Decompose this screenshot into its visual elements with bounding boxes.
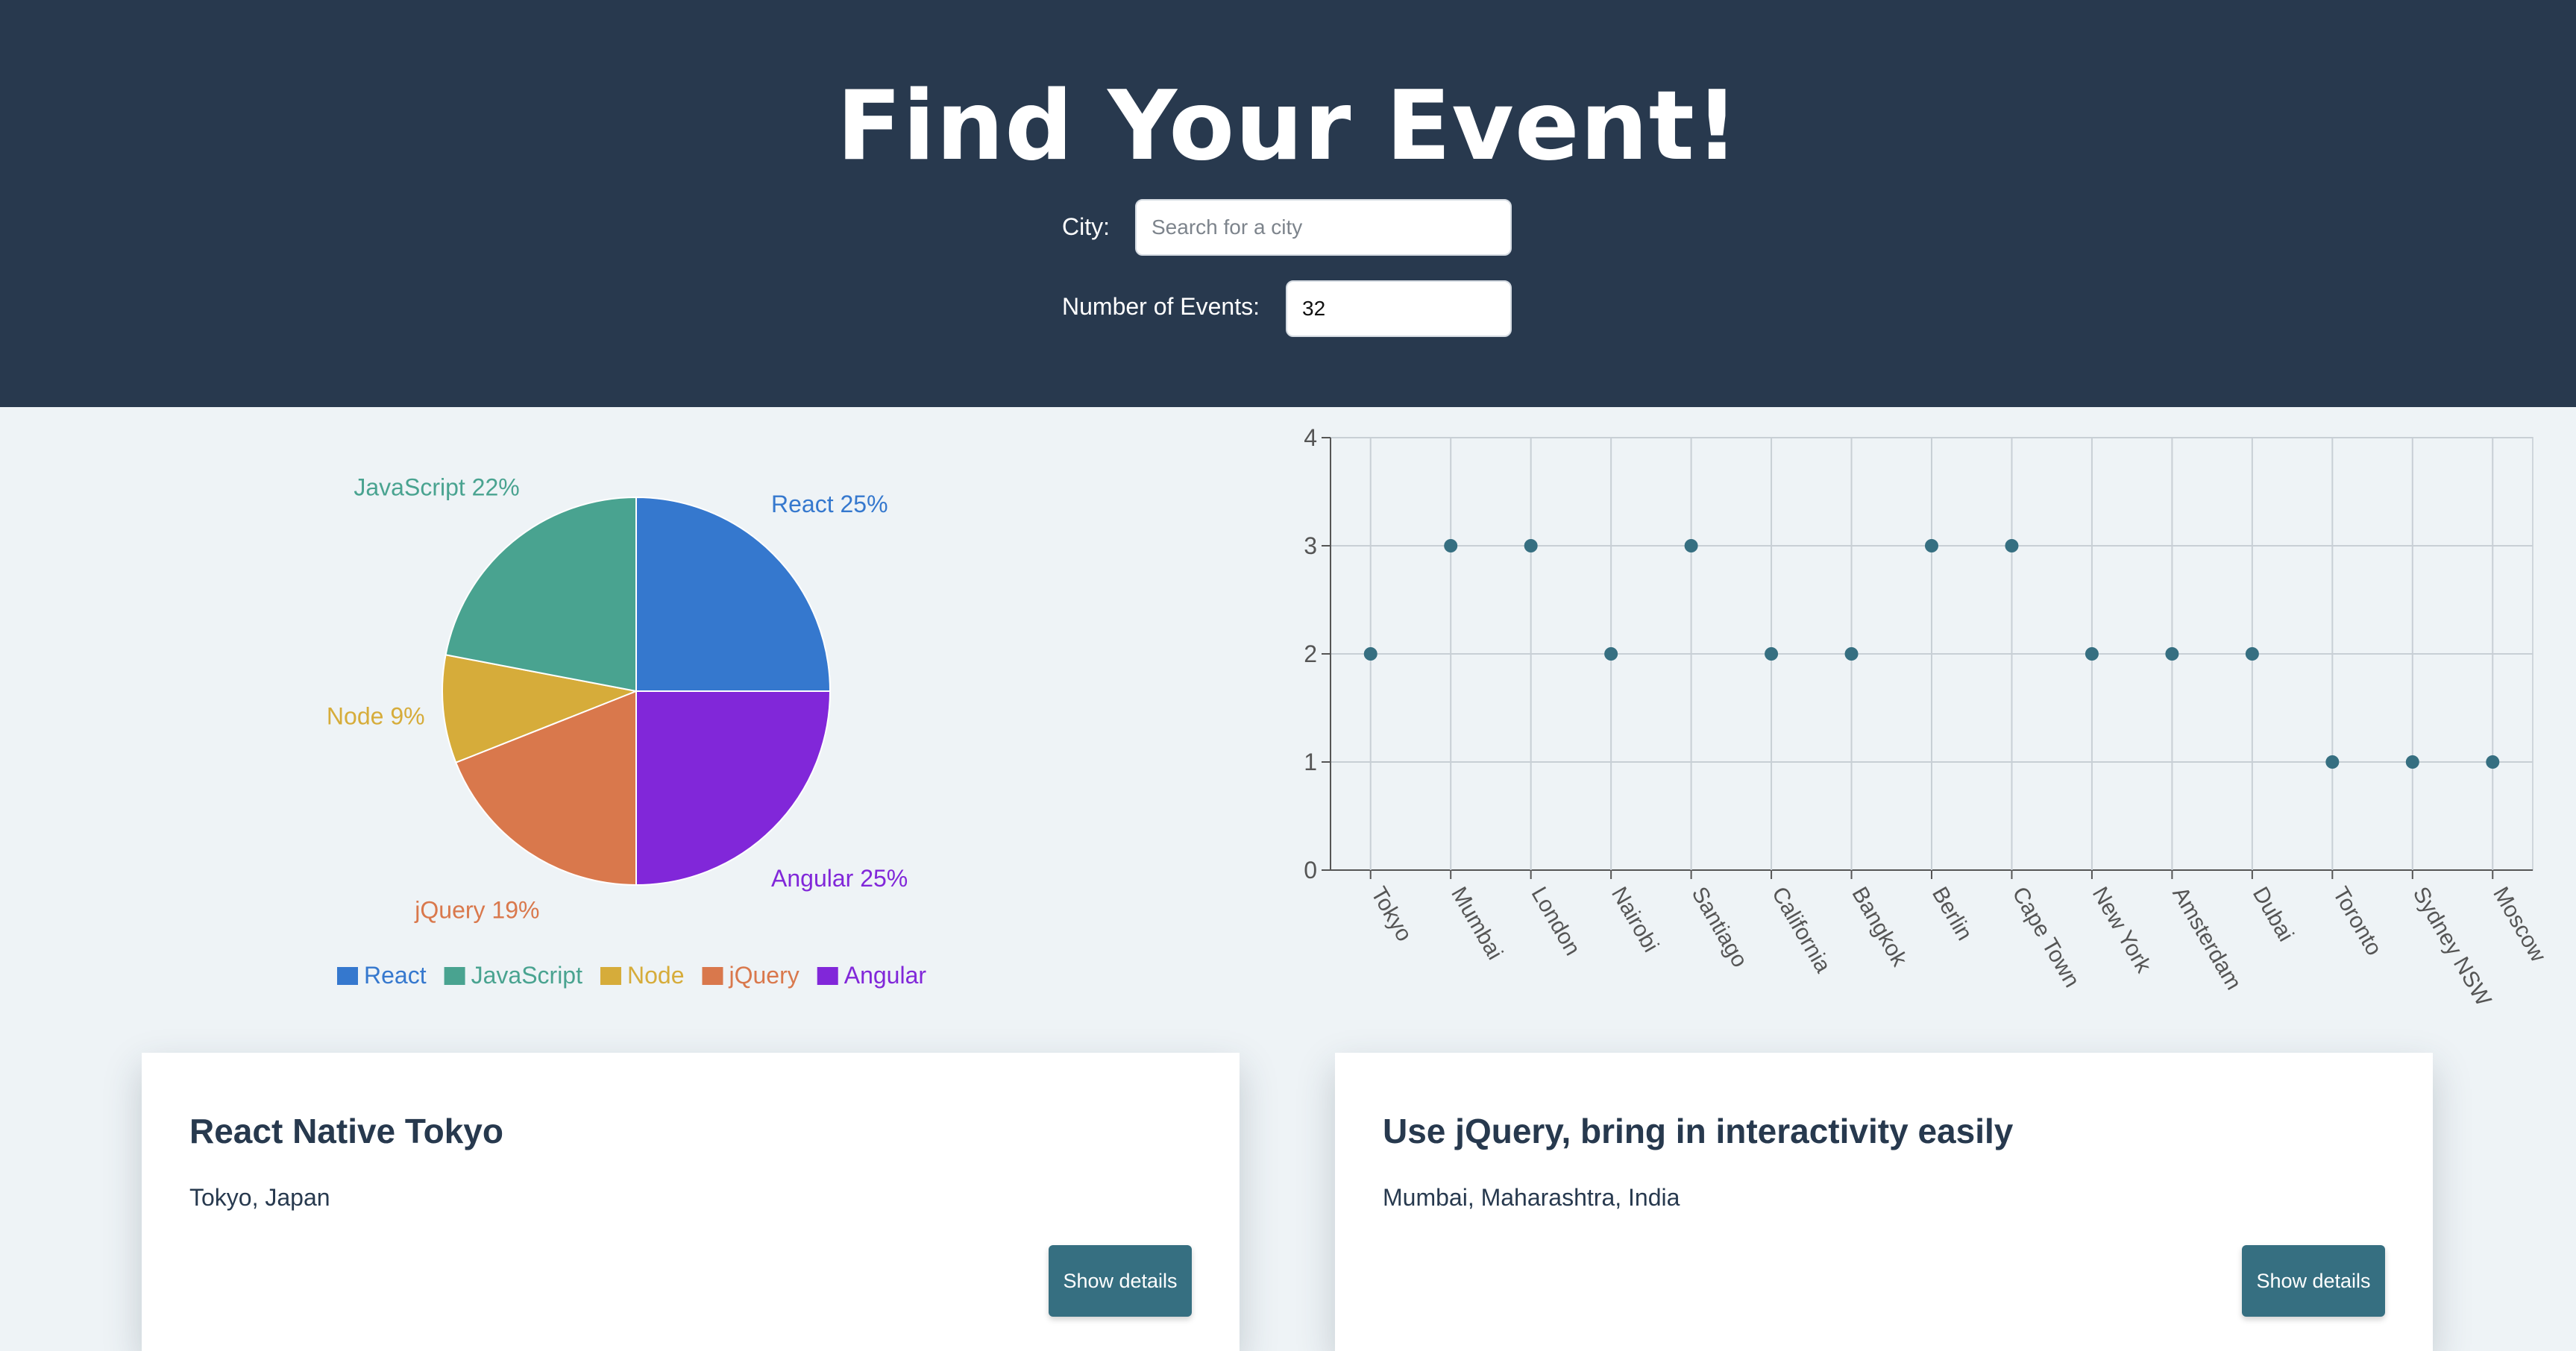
scatter-point bbox=[2486, 755, 2500, 769]
app-header: Find Your Event! City: Number of Events: bbox=[0, 0, 2576, 407]
legend-label-javascript: JavaScript bbox=[471, 962, 583, 989]
charts-area: React 25% Angular 25% jQuery 19% Node 9% Jav… bbox=[327, 424, 2551, 1011]
scatter-chart: 0 1 2 3 4 Tokyo Mumbai London Nairobi Santiago Cal… bbox=[1304, 424, 2551, 1011]
x-tick-label: Nairobi bbox=[1606, 883, 1663, 957]
scatter-point bbox=[2085, 647, 2099, 661]
x-tick-label: Dubai bbox=[2248, 883, 2299, 945]
scatter-point bbox=[1524, 539, 1538, 552]
scatter-point bbox=[2245, 647, 2259, 661]
x-tick-label: Mumbai bbox=[1446, 883, 1507, 964]
legend-label-jquery: jQuery bbox=[728, 962, 799, 989]
y-tick-label: 3 bbox=[1304, 532, 1317, 559]
x-tick-label: Sydney NSW bbox=[2408, 883, 2496, 1011]
legend-swatch-react bbox=[337, 967, 358, 985]
show-details-button[interactable]: Show details bbox=[1049, 1245, 1192, 1317]
scatter-point bbox=[2325, 755, 2340, 769]
y-tick-label: 0 bbox=[1304, 857, 1317, 884]
pie-label-react: React 25% bbox=[771, 491, 888, 517]
x-tick-label: Santiago bbox=[1687, 883, 1753, 971]
event-location: Mumbai, Maharashtra, India bbox=[1383, 1184, 1680, 1211]
x-tick-label: California bbox=[1767, 883, 1835, 977]
pie-label-javascript: JavaScript 22% bbox=[354, 473, 519, 500]
scatter-point bbox=[1604, 647, 1618, 661]
pie-chart: React 25% Angular 25% jQuery 19% Node 9% Jav… bbox=[327, 473, 908, 923]
city-search-input[interactable] bbox=[1135, 199, 1512, 256]
y-tick-label: 4 bbox=[1304, 424, 1317, 451]
event-location: Tokyo, Japan bbox=[189, 1184, 330, 1211]
x-tick-label: London bbox=[1527, 883, 1586, 960]
x-tick-label: Tokyo bbox=[1366, 883, 1417, 945]
pie-slice-angular bbox=[635, 690, 832, 887]
pie-label-node: Node 9% bbox=[327, 702, 425, 729]
legend-swatch-javascript bbox=[444, 967, 465, 985]
scatter-point bbox=[1844, 647, 1859, 661]
y-tick-label: 2 bbox=[1304, 640, 1317, 667]
x-tick-label: Toronto bbox=[2328, 883, 2387, 960]
number-of-events-label: Number of Events: bbox=[1062, 293, 1260, 320]
x-tick-label: New York bbox=[2087, 883, 2156, 977]
x-tick-label: Moscow bbox=[2488, 883, 2551, 966]
scatter-point bbox=[1363, 647, 1377, 661]
scatter-point bbox=[1765, 647, 1779, 661]
scatter-point bbox=[2005, 539, 2019, 552]
event-card: Use jQuery, bring in interactivity easil… bbox=[1335, 1053, 2433, 1351]
pie-label-jquery: jQuery 19% bbox=[414, 897, 539, 924]
page-title: Find Your Event! bbox=[836, 71, 1740, 182]
legend-swatch-jquery bbox=[702, 967, 723, 985]
x-tick-label: Bangkok bbox=[1847, 883, 1911, 971]
scatter-point bbox=[1925, 539, 1938, 552]
scatter-point bbox=[1444, 539, 1458, 552]
legend-swatch-node bbox=[600, 967, 621, 985]
x-tick-label: Berlin bbox=[1927, 883, 1977, 945]
pie-slice-react bbox=[635, 496, 832, 692]
scatter-point bbox=[2405, 755, 2419, 769]
x-tick-label: Amsterdam bbox=[2167, 883, 2246, 994]
event-title: Use jQuery, bring in interactivity easil… bbox=[1383, 1112, 2014, 1150]
show-details-button[interactable]: Show details bbox=[2242, 1245, 2385, 1317]
x-tick-label: Cape Town bbox=[2007, 883, 2084, 992]
pie-label-angular: Angular 25% bbox=[771, 865, 908, 892]
event-card: React Native Tokyo Tokyo, Japan Show det… bbox=[142, 1053, 1240, 1351]
scatter-point bbox=[2165, 647, 2179, 661]
city-label: City: bbox=[1062, 213, 1110, 240]
event-title: React Native Tokyo bbox=[189, 1112, 503, 1150]
pie-legend: React JavaScript Node jQuery Angular bbox=[337, 962, 926, 989]
y-tick-label: 1 bbox=[1304, 749, 1317, 775]
legend-label-react: React bbox=[364, 962, 427, 989]
number-of-events-input[interactable] bbox=[1286, 280, 1512, 337]
legend-label-node: Node bbox=[627, 962, 685, 989]
legend-swatch-angular bbox=[817, 967, 838, 985]
scatter-point bbox=[1684, 539, 1698, 552]
legend-label-angular: Angular bbox=[844, 962, 927, 989]
